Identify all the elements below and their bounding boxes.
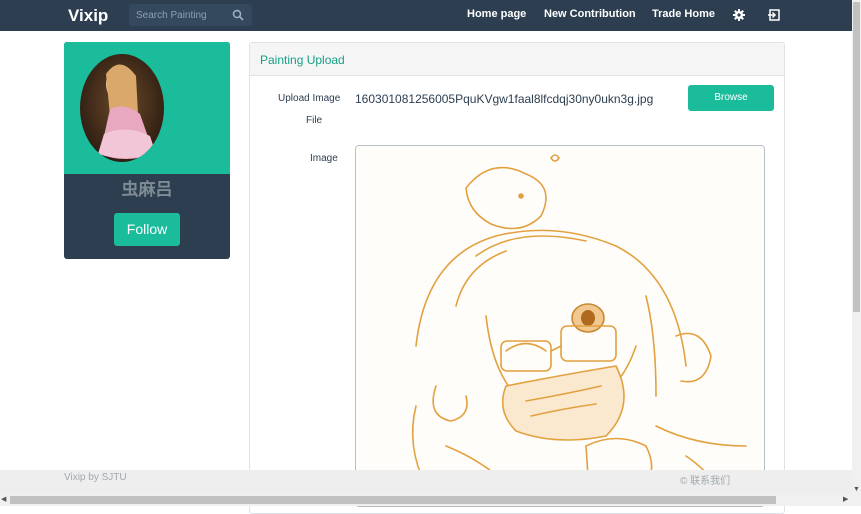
panel-title: Painting Upload [260,53,345,67]
profile-card: 虫麻吕 Follow [64,42,230,259]
brand-logo[interactable]: Vixip [68,6,108,26]
horizontal-scrollbar[interactable]: ◀ ▶ [0,494,861,506]
footer-contact-link[interactable]: © 联系我们 [680,472,730,487]
file-label: File [306,115,323,126]
profile-header [64,42,230,174]
selected-filename: 160301081256005PquKVgw1faal8lfcdqj30ny0u… [355,92,654,106]
logout-icon[interactable] [767,8,781,22]
vertical-scrollbar[interactable]: ▼ [852,0,861,494]
nav-home-page[interactable]: Home page [467,8,526,20]
scroll-down-arrow-icon[interactable]: ▼ [853,486,860,493]
image-preview [355,145,765,507]
upload-image-label: Upload Image [278,93,341,104]
top-navbar: Vixip Home page New Contribution Trade H… [0,0,852,31]
nav-trade-home[interactable]: Trade Home [652,8,715,20]
vertical-scroll-thumb[interactable] [853,2,860,312]
horizontal-scroll-thumb[interactable] [10,496,776,504]
footer-credit: Vixip by SJTU [64,472,127,483]
panel-header: Painting Upload [250,43,784,76]
scroll-right-arrow-icon[interactable]: ▶ [843,495,848,503]
image-label: Image [310,153,338,164]
painting-preview-image [356,146,764,506]
browse-button[interactable]: Browse [688,85,774,111]
search-input[interactable] [129,4,236,26]
painting-upload-panel: Painting Upload Upload Image File 160301… [249,42,785,514]
nav-new-contribution[interactable]: New Contribution [544,8,636,20]
username: 虫麻吕 [121,180,173,199]
follow-button[interactable]: Follow [114,213,180,246]
search-box [129,4,252,26]
search-icon[interactable] [232,9,244,21]
gear-icon[interactable] [732,8,746,22]
scroll-left-arrow-icon[interactable]: ◀ [1,495,6,503]
footer: Vixip by SJTU © 联系我们 [0,470,852,494]
avatar[interactable] [80,54,164,162]
